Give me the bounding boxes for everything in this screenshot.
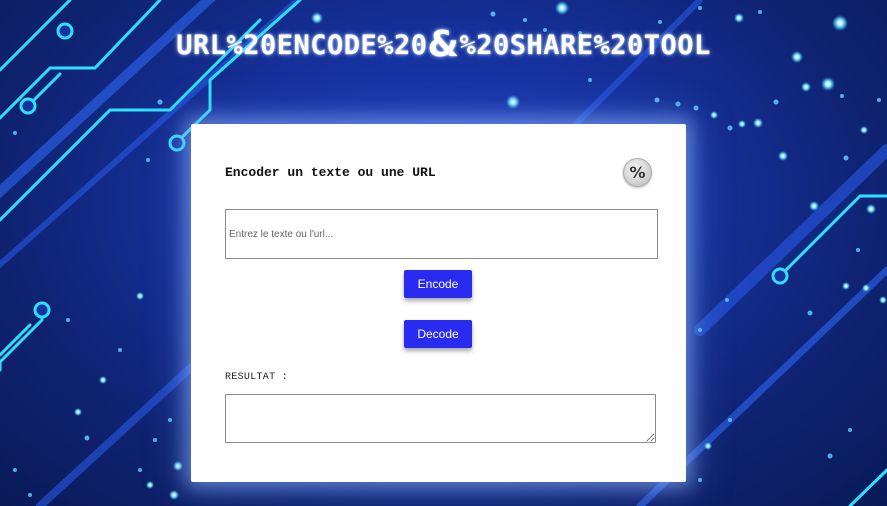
text-url-input[interactable] — [225, 209, 658, 259]
encoder-card: Encoder un texte ou une URL % Encode Dec… — [191, 124, 686, 482]
title-ampersand: & — [427, 24, 460, 65]
page-title: URL%20ENCODE%20&%20SHARE%20TOOL — [0, 24, 887, 65]
percent-toggle-button[interactable]: % — [623, 158, 652, 187]
decode-button[interactable]: Decode — [404, 320, 472, 348]
title-part-2: %20SHARE%20TOOL — [459, 30, 711, 61]
result-textarea[interactable] — [225, 394, 656, 443]
title-part-1: URL%20ENCODE%20 — [176, 30, 428, 61]
card-heading: Encoder un texte ou une URL — [225, 165, 436, 180]
result-label: RESULTAT : — [225, 372, 289, 383]
encode-button[interactable]: Encode — [404, 270, 472, 298]
